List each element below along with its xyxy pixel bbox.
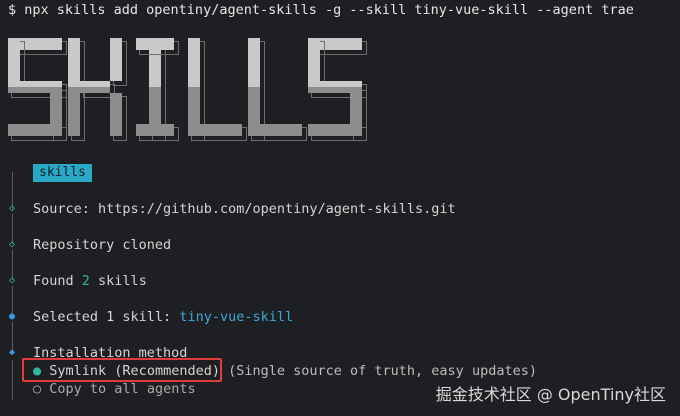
step-done-icon: ◇ (8, 203, 16, 214)
selected-line: Selected 1 skill: tiny-vue-skill (33, 309, 294, 325)
step-done-icon: ◇ (8, 239, 16, 250)
banner-letter (248, 38, 307, 141)
cloned-line: Repository cloned (33, 237, 172, 253)
source-url[interactable]: https://github.com/opentiny/agent-skills… (98, 201, 456, 217)
step-done-icon: ◇ (8, 275, 16, 286)
watermark: 掘金技术社区 @ OpenTiny社区 (435, 385, 666, 404)
step-prompt-icon: ◆ (8, 347, 16, 358)
tree-rail (12, 322, 13, 350)
option-symlink-hint: (Single source of truth, easy updates) (228, 363, 537, 379)
radio-empty-icon: ○ (33, 381, 42, 397)
skills-ascii-banner (8, 38, 367, 141)
tree-rail (12, 286, 13, 314)
banner-letter (8, 38, 67, 141)
command-line: $ npx skills add opentiny/agent-skills -… (8, 2, 634, 18)
tree-rail (12, 360, 13, 400)
banner-letter (68, 38, 127, 141)
banner-letter (308, 38, 367, 141)
banner-letter (128, 38, 182, 141)
highlight-box (22, 358, 222, 382)
step-active-icon: ● (8, 311, 16, 322)
found-line: Found 2 skills (33, 273, 147, 289)
option-copy[interactable]: ○ Copy to all agents (33, 381, 196, 397)
source-line: Source: https://github.com/opentiny/agen… (33, 201, 456, 217)
skills-tag: skills (33, 164, 92, 182)
banner-letter (188, 38, 247, 141)
